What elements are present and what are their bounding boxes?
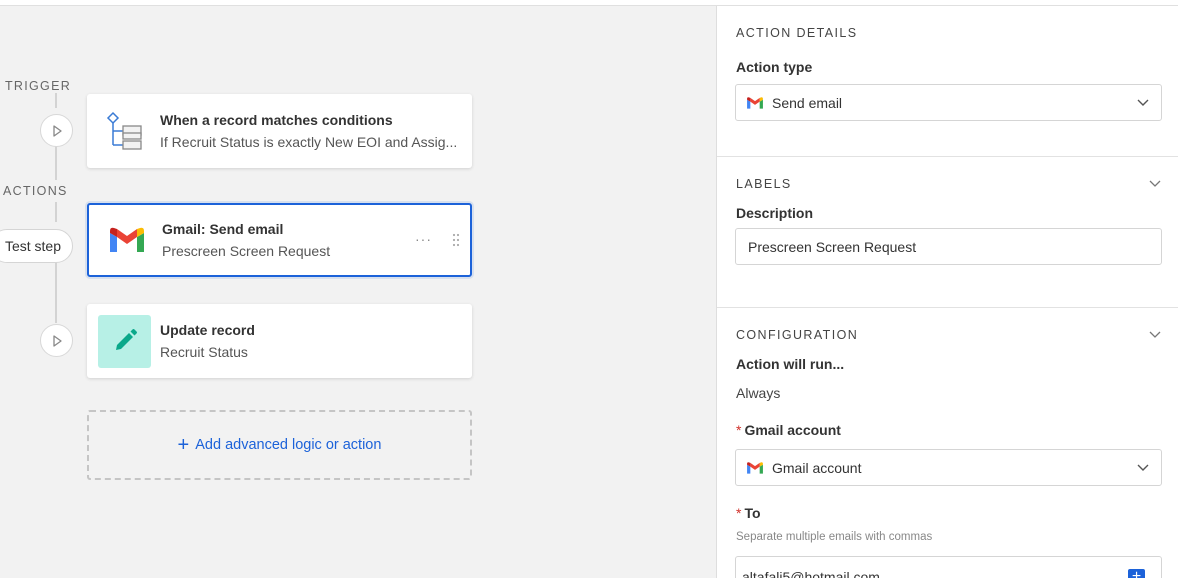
action-details-panel: ACTION DETAILS Action type Send email LA…	[716, 6, 1178, 578]
configuration-section: CONFIGURATION Action will run... Always …	[717, 308, 1178, 578]
chevron-down-icon	[1137, 99, 1149, 106]
gmail-account-select[interactable]: Gmail account	[735, 449, 1162, 486]
gmail-icon	[100, 214, 153, 267]
chevron-down-icon	[1137, 464, 1149, 471]
actions-section-label: ACTIONS	[1, 184, 70, 198]
play-icon	[52, 124, 62, 137]
run-condition-label: Action will run...	[736, 356, 845, 372]
connector-line	[55, 202, 57, 222]
card-title: Update record	[160, 322, 255, 338]
description-input[interactable]	[735, 228, 1162, 265]
description-label: Description	[736, 205, 814, 221]
workflow-canvas: TRIGGER ACTIONS Test step When a record …	[0, 6, 716, 578]
card-subtitle: If Recruit Status is exactly New EOI and…	[160, 134, 458, 150]
chevron-down-icon[interactable]	[1149, 331, 1161, 339]
test-trigger-button[interactable]	[40, 114, 73, 147]
to-hint: Separate multiple emails with commas	[736, 531, 933, 543]
action-details-section: ACTION DETAILS Action type Send email	[717, 6, 1178, 157]
action-type-label: Action type	[736, 59, 813, 75]
update-record-card[interactable]: Update record Recruit Status	[87, 304, 472, 378]
connector-line	[55, 257, 57, 323]
required-mark: *	[736, 422, 742, 438]
chevron-down-icon[interactable]	[1149, 180, 1161, 188]
conditions-icon	[98, 105, 151, 158]
to-value[interactable]: altafali5@hotmail.com	[742, 569, 880, 578]
section-heading: ACTION DETAILS	[736, 26, 858, 40]
to-input[interactable]: altafali5@hotmail.com +	[735, 556, 1162, 578]
gmail-action-card[interactable]: Gmail: Send email Prescreen Screen Reque…	[87, 203, 472, 277]
pencil-icon	[98, 314, 151, 368]
drag-handle-icon[interactable]	[452, 233, 460, 247]
more-options-button[interactable]: ···	[415, 231, 432, 247]
action-type-select[interactable]: Send email	[735, 84, 1162, 121]
card-title: When a record matches conditions	[160, 112, 393, 128]
to-label: * To	[736, 505, 761, 521]
trigger-section-label: TRIGGER	[3, 79, 74, 93]
to-label-text: To	[744, 505, 761, 521]
description-field[interactable]	[736, 238, 1161, 255]
card-subtitle: Recruit Status	[160, 344, 248, 360]
insert-field-button[interactable]: +	[1128, 569, 1145, 578]
section-heading: LABELS	[736, 177, 792, 191]
gmail-account-value: Gmail account	[772, 459, 862, 476]
gmail-icon	[747, 461, 763, 474]
connector-line	[55, 144, 57, 180]
connector-line	[55, 92, 57, 108]
add-action-button[interactable]: + Add advanced logic or action	[87, 410, 472, 480]
plus-icon: +	[177, 434, 190, 456]
play-icon	[52, 334, 62, 347]
gmail-account-label-text: Gmail account	[744, 422, 841, 438]
section-heading: CONFIGURATION	[736, 328, 859, 342]
action-type-value: Send email	[772, 94, 843, 111]
test-update-button[interactable]	[40, 324, 73, 357]
gmail-account-label: * Gmail account	[736, 422, 841, 438]
trigger-card[interactable]: When a record matches conditions If Recr…	[87, 94, 472, 168]
labels-section: LABELS Description	[717, 157, 1178, 308]
run-condition-value: Always	[736, 385, 781, 401]
add-action-label: Add advanced logic or action	[195, 437, 382, 453]
gmail-icon	[747, 96, 763, 109]
required-mark: *	[736, 505, 742, 521]
test-step-button[interactable]: Test step	[0, 229, 73, 263]
